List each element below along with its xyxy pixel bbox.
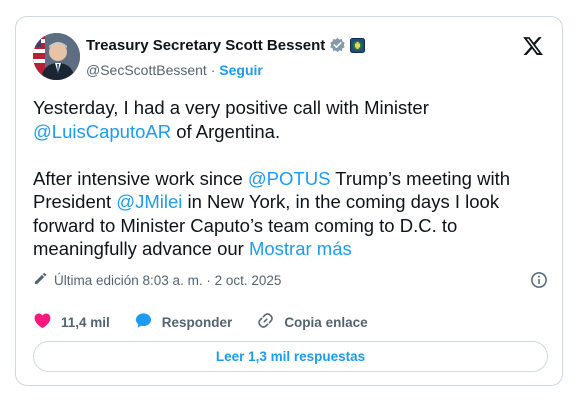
action-bar: 11,4 mil Responder Copia enlace bbox=[33, 311, 392, 333]
info-icon[interactable] bbox=[530, 271, 548, 289]
tweet-text-segment: After intensive work since bbox=[33, 167, 248, 189]
show-more-link[interactable]: Mostrar más bbox=[249, 238, 352, 259]
copy-link-label: Copia enlace bbox=[284, 314, 368, 330]
x-logo-icon[interactable] bbox=[522, 35, 544, 57]
author-handle[interactable]: @SecScottBessent bbox=[86, 62, 207, 78]
read-replies-button[interactable]: Leer 1,3 mil respuestas bbox=[33, 341, 548, 372]
heart-icon bbox=[33, 311, 52, 333]
speech-bubble-icon bbox=[134, 311, 153, 333]
edit-info-row: Última edición 8:03 a. m. · 2 oct. 2025 bbox=[33, 271, 548, 289]
separator-dot: · bbox=[210, 62, 216, 78]
like-button[interactable]: 11,4 mil bbox=[33, 311, 110, 333]
reply-button[interactable]: Responder bbox=[134, 311, 233, 333]
tweet-paragraph-2: After intensive work since @POTUS Trump’… bbox=[33, 167, 548, 261]
tweet-text-segment: of Argentina. bbox=[171, 120, 281, 142]
copy-link-button[interactable]: Copia enlace bbox=[256, 311, 368, 333]
tweet-card[interactable]: Treasury Secretary Scott Bessent @SecSco… bbox=[15, 16, 563, 386]
author-handle-row: @SecScottBessent · Seguir bbox=[86, 62, 263, 78]
follow-button[interactable]: Seguir bbox=[219, 62, 263, 78]
pencil-icon bbox=[33, 271, 48, 289]
edited-timestamp[interactable]: Última edición 8:03 a. m. · 2 oct. 2025 bbox=[54, 273, 281, 288]
avatar[interactable] bbox=[33, 33, 80, 80]
author-name-row: Treasury Secretary Scott Bessent bbox=[86, 37, 366, 54]
reply-label: Responder bbox=[161, 314, 233, 330]
mention-luiscaputoar[interactable]: @LuisCaputoAR bbox=[33, 121, 171, 142]
tweet-paragraph-1: Yesterday, I had a very positive call wi… bbox=[33, 96, 548, 143]
link-icon bbox=[256, 311, 275, 333]
like-count: 11,4 mil bbox=[61, 314, 110, 330]
government-affiliation-icon[interactable] bbox=[350, 38, 366, 53]
tweet-text-segment: Yesterday, I had a very positive call wi… bbox=[33, 97, 429, 118]
mention-jmilei[interactable]: @JMilei bbox=[116, 191, 182, 212]
author-display-name[interactable]: Treasury Secretary Scott Bessent bbox=[86, 37, 325, 54]
mention-potus[interactable]: @POTUS bbox=[248, 168, 331, 189]
verified-badge-icon[interactable] bbox=[329, 37, 346, 54]
tweet-text: Yesterday, I had a very positive call wi… bbox=[33, 96, 548, 261]
